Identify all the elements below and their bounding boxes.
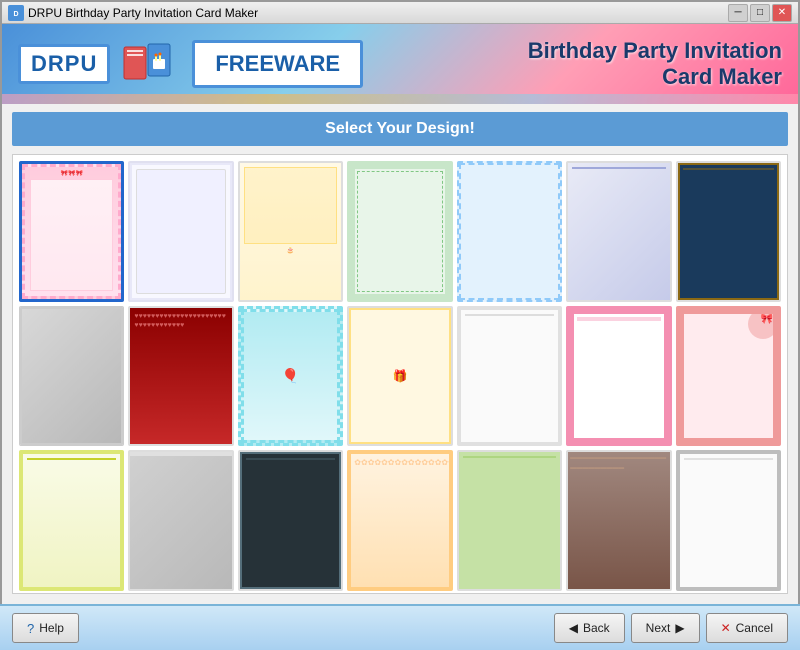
design-card-12[interactable] [457, 306, 562, 447]
design-card-13[interactable] [566, 306, 671, 447]
design-card-3[interactable]: 🎂 [238, 161, 343, 302]
header-banner: DRPU FREEWARE Birthday Party Invitation … [2, 24, 798, 104]
design-card-7[interactable] [676, 161, 781, 302]
next-icon: ▶ [675, 621, 684, 635]
maximize-button[interactable]: □ [750, 4, 770, 22]
design-card-5[interactable] [457, 161, 562, 302]
back-icon: ◀ [569, 621, 578, 635]
app-title: Birthday Party Invitation Card Maker [528, 38, 782, 91]
design-card-2[interactable] [128, 161, 233, 302]
nav-buttons: ◀ Back Next ▶ ✕ Cancel [554, 613, 788, 643]
design-card-8[interactable] [19, 306, 124, 447]
design-card-4[interactable] [347, 161, 452, 302]
next-button[interactable]: Next ▶ [631, 613, 700, 643]
design-card-1[interactable]: 🎀🎀🎀 [19, 161, 124, 302]
design-card-17[interactable] [238, 450, 343, 591]
design-card-6[interactable] [566, 161, 671, 302]
design-card-10[interactable]: 🎈 [238, 306, 343, 447]
drpu-logo: DRPU [18, 44, 110, 84]
design-grid-container[interactable]: 🎀🎀🎀 🎂 [12, 154, 788, 594]
app-icon: D [8, 5, 24, 21]
design-card-14[interactable]: 🎀 [676, 306, 781, 447]
design-card-21[interactable] [676, 450, 781, 591]
minimize-button[interactable]: ─ [728, 4, 748, 22]
design-card-16[interactable] [128, 450, 233, 591]
design-card-19[interactable] [457, 450, 562, 591]
design-card-15[interactable] [19, 450, 124, 591]
cancel-icon: ✕ [721, 621, 731, 635]
freeware-label: FREEWARE [192, 40, 363, 88]
select-design-bar: Select Your Design! [12, 112, 788, 146]
svg-text:D: D [13, 11, 18, 18]
bottom-bar: ? Help ◀ Back Next ▶ ✕ Cancel [0, 604, 800, 650]
design-card-18[interactable]: ✿✿✿✿✿✿✿✿✿✿✿✿✿✿✿✿✿✿✿✿✿ [347, 450, 452, 591]
cancel-button[interactable]: ✕ Cancel [706, 613, 788, 643]
window-controls: ─ □ ✕ [728, 4, 792, 22]
title-bar-text: DRPU Birthday Party Invitation Card Make… [28, 6, 258, 20]
design-card-11[interactable]: 🎁 [347, 306, 452, 447]
select-design-label: Select Your Design! [325, 120, 475, 138]
design-card-20[interactable]: ▬▬▬▬▬▬▬▬▬▬▬▬▬▬▬▬▬▬▬▬▬▬▬▬▬ [566, 450, 671, 591]
logo-icon [122, 39, 172, 89]
help-button[interactable]: ? Help [12, 613, 79, 643]
title-bar: D DRPU Birthday Party Invitation Card Ma… [2, 2, 798, 24]
designs-grid: 🎀🎀🎀 🎂 [13, 155, 787, 594]
close-button[interactable]: ✕ [772, 4, 792, 22]
design-card-9[interactable]: ♥♥♥♥♥♥♥♥♥♥♥♥♥♥♥♥♥♥♥♥♥♥♥♥♥♥♥♥♥♥♥♥♥♥ [128, 306, 233, 447]
help-icon: ? [27, 621, 34, 636]
back-button[interactable]: ◀ Back [554, 613, 625, 643]
